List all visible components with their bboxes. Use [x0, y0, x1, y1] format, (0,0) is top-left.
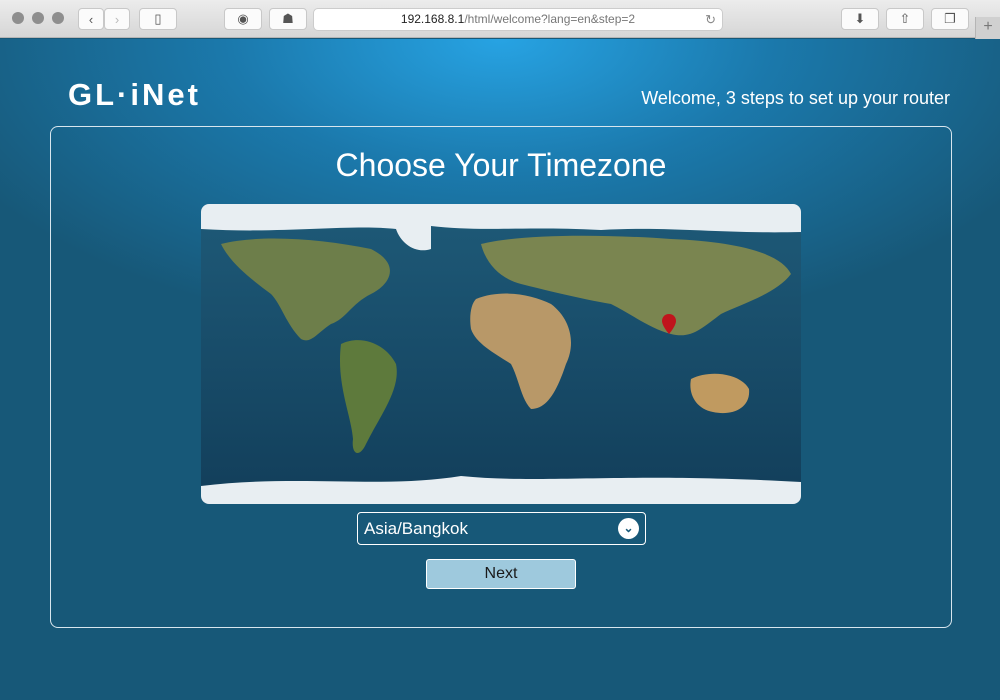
world-map[interactable]	[201, 204, 801, 504]
url-host: 192.168.8.1	[400, 12, 465, 26]
tabs-icon: ❐	[944, 11, 956, 26]
chevron-down-icon: ⌄	[618, 518, 639, 539]
ghost-icon: ☗	[282, 11, 294, 26]
share-icon: ⇧	[899, 11, 911, 26]
ghostery-button[interactable]: ☗	[269, 8, 307, 30]
new-tab-button[interactable]: +	[975, 17, 1000, 39]
close-window-button[interactable]	[12, 12, 24, 24]
share-button[interactable]: ⇧	[886, 8, 924, 30]
download-icon: ⬇	[854, 11, 866, 26]
address-bar[interactable]: 192.168.8.1/html/welcome?lang=en&step=2 ↻	[313, 8, 723, 31]
reload-icon[interactable]: ↻	[705, 9, 716, 30]
chevron-left-icon: ‹	[88, 11, 94, 27]
chevron-right-icon: ›	[114, 11, 120, 27]
tabs-button[interactable]: ❐	[931, 8, 969, 30]
minimize-window-button[interactable]	[32, 12, 44, 24]
globe-icon: ◉	[237, 11, 249, 26]
url-path: /html/welcome?lang=en&step=2	[464, 12, 636, 26]
page: GL·iNet Welcome, 3 steps to set up your …	[0, 39, 1000, 700]
timezone-value: Asia/Bangkok	[364, 519, 468, 538]
gl-inet-logo: GL·iNet	[68, 77, 201, 112]
zoom-window-button[interactable]	[52, 12, 64, 24]
browser-toolbar: ‹ › ▯ ◉ ☗ 192.168.8.1/html/welcome?lang=…	[0, 0, 1000, 39]
sidebar-icon: ▯	[154, 11, 162, 26]
downloads-button[interactable]: ⬇	[841, 8, 879, 30]
timezone-select[interactable]: Asia/Bangkok ⌄	[357, 512, 646, 545]
extension-button[interactable]: ◉	[224, 8, 262, 30]
back-button[interactable]: ‹	[78, 8, 104, 30]
forward-button[interactable]: ›	[104, 8, 130, 30]
sidebar-button[interactable]: ▯	[139, 8, 177, 30]
timezone-panel: Choose Your Timezone Asia/Bangkok ⌄ Next	[50, 126, 952, 628]
welcome-text: Welcome, 3 steps to set up your router	[641, 88, 950, 108]
page-title: Choose Your Timezone	[335, 147, 667, 183]
next-button[interactable]: Next	[426, 559, 576, 589]
